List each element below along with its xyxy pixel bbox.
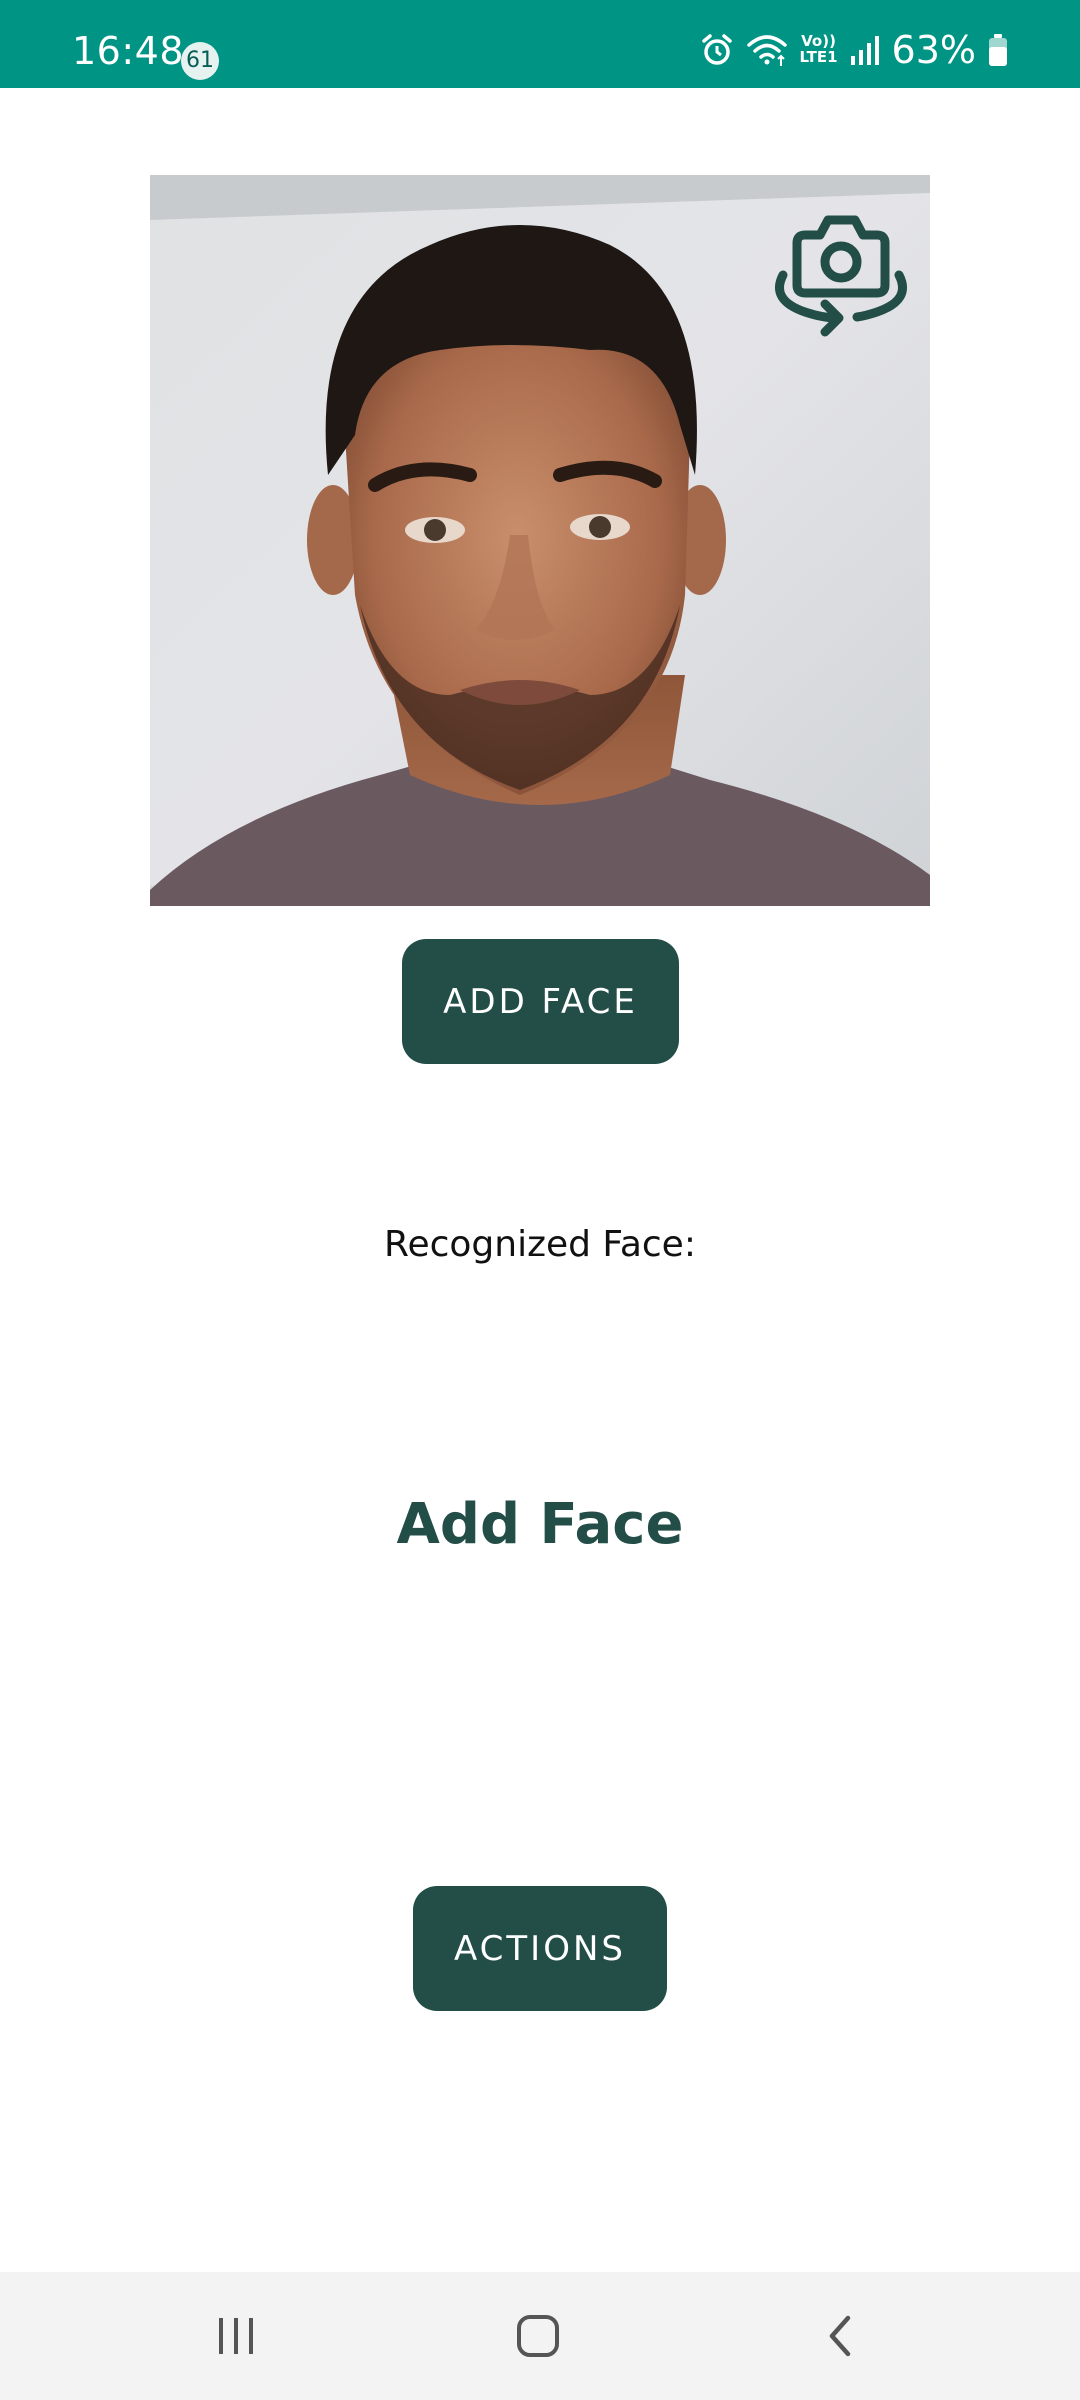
wifi-icon (746, 33, 788, 67)
screen: 16:48 61 Vo)) LTE1 63% ADD FACE Recogniz… (0, 0, 1080, 2400)
actions-button[interactable]: ACTIONS (413, 1886, 667, 2011)
home-icon[interactable] (488, 2300, 588, 2372)
switch-camera-icon[interactable] (765, 190, 915, 340)
battery-percent: 63% (891, 28, 976, 72)
signal-icon (850, 34, 880, 66)
recognized-face-value: Add Face (396, 1492, 684, 1557)
status-bar: 16:48 61 Vo)) LTE1 63% (0, 0, 1080, 88)
network-label-bottom: LTE1 (799, 48, 838, 66)
navigation-bar (0, 2272, 1080, 2400)
status-time: 16:48 (72, 29, 185, 73)
back-icon[interactable] (790, 2300, 890, 2372)
alarm-icon (700, 33, 734, 67)
recents-icon[interactable] (186, 2300, 286, 2372)
recognized-face-label: Recognized Face: (384, 1224, 696, 1265)
add-face-button[interactable]: ADD FACE (402, 939, 679, 1064)
volte-icon: Vo)) LTE1 (799, 33, 838, 66)
battery-icon (988, 33, 1008, 67)
notification-count-badge: 61 (181, 42, 219, 80)
camera-preview[interactable] (150, 175, 930, 906)
status-icons: Vo)) LTE1 63% (700, 28, 1008, 72)
